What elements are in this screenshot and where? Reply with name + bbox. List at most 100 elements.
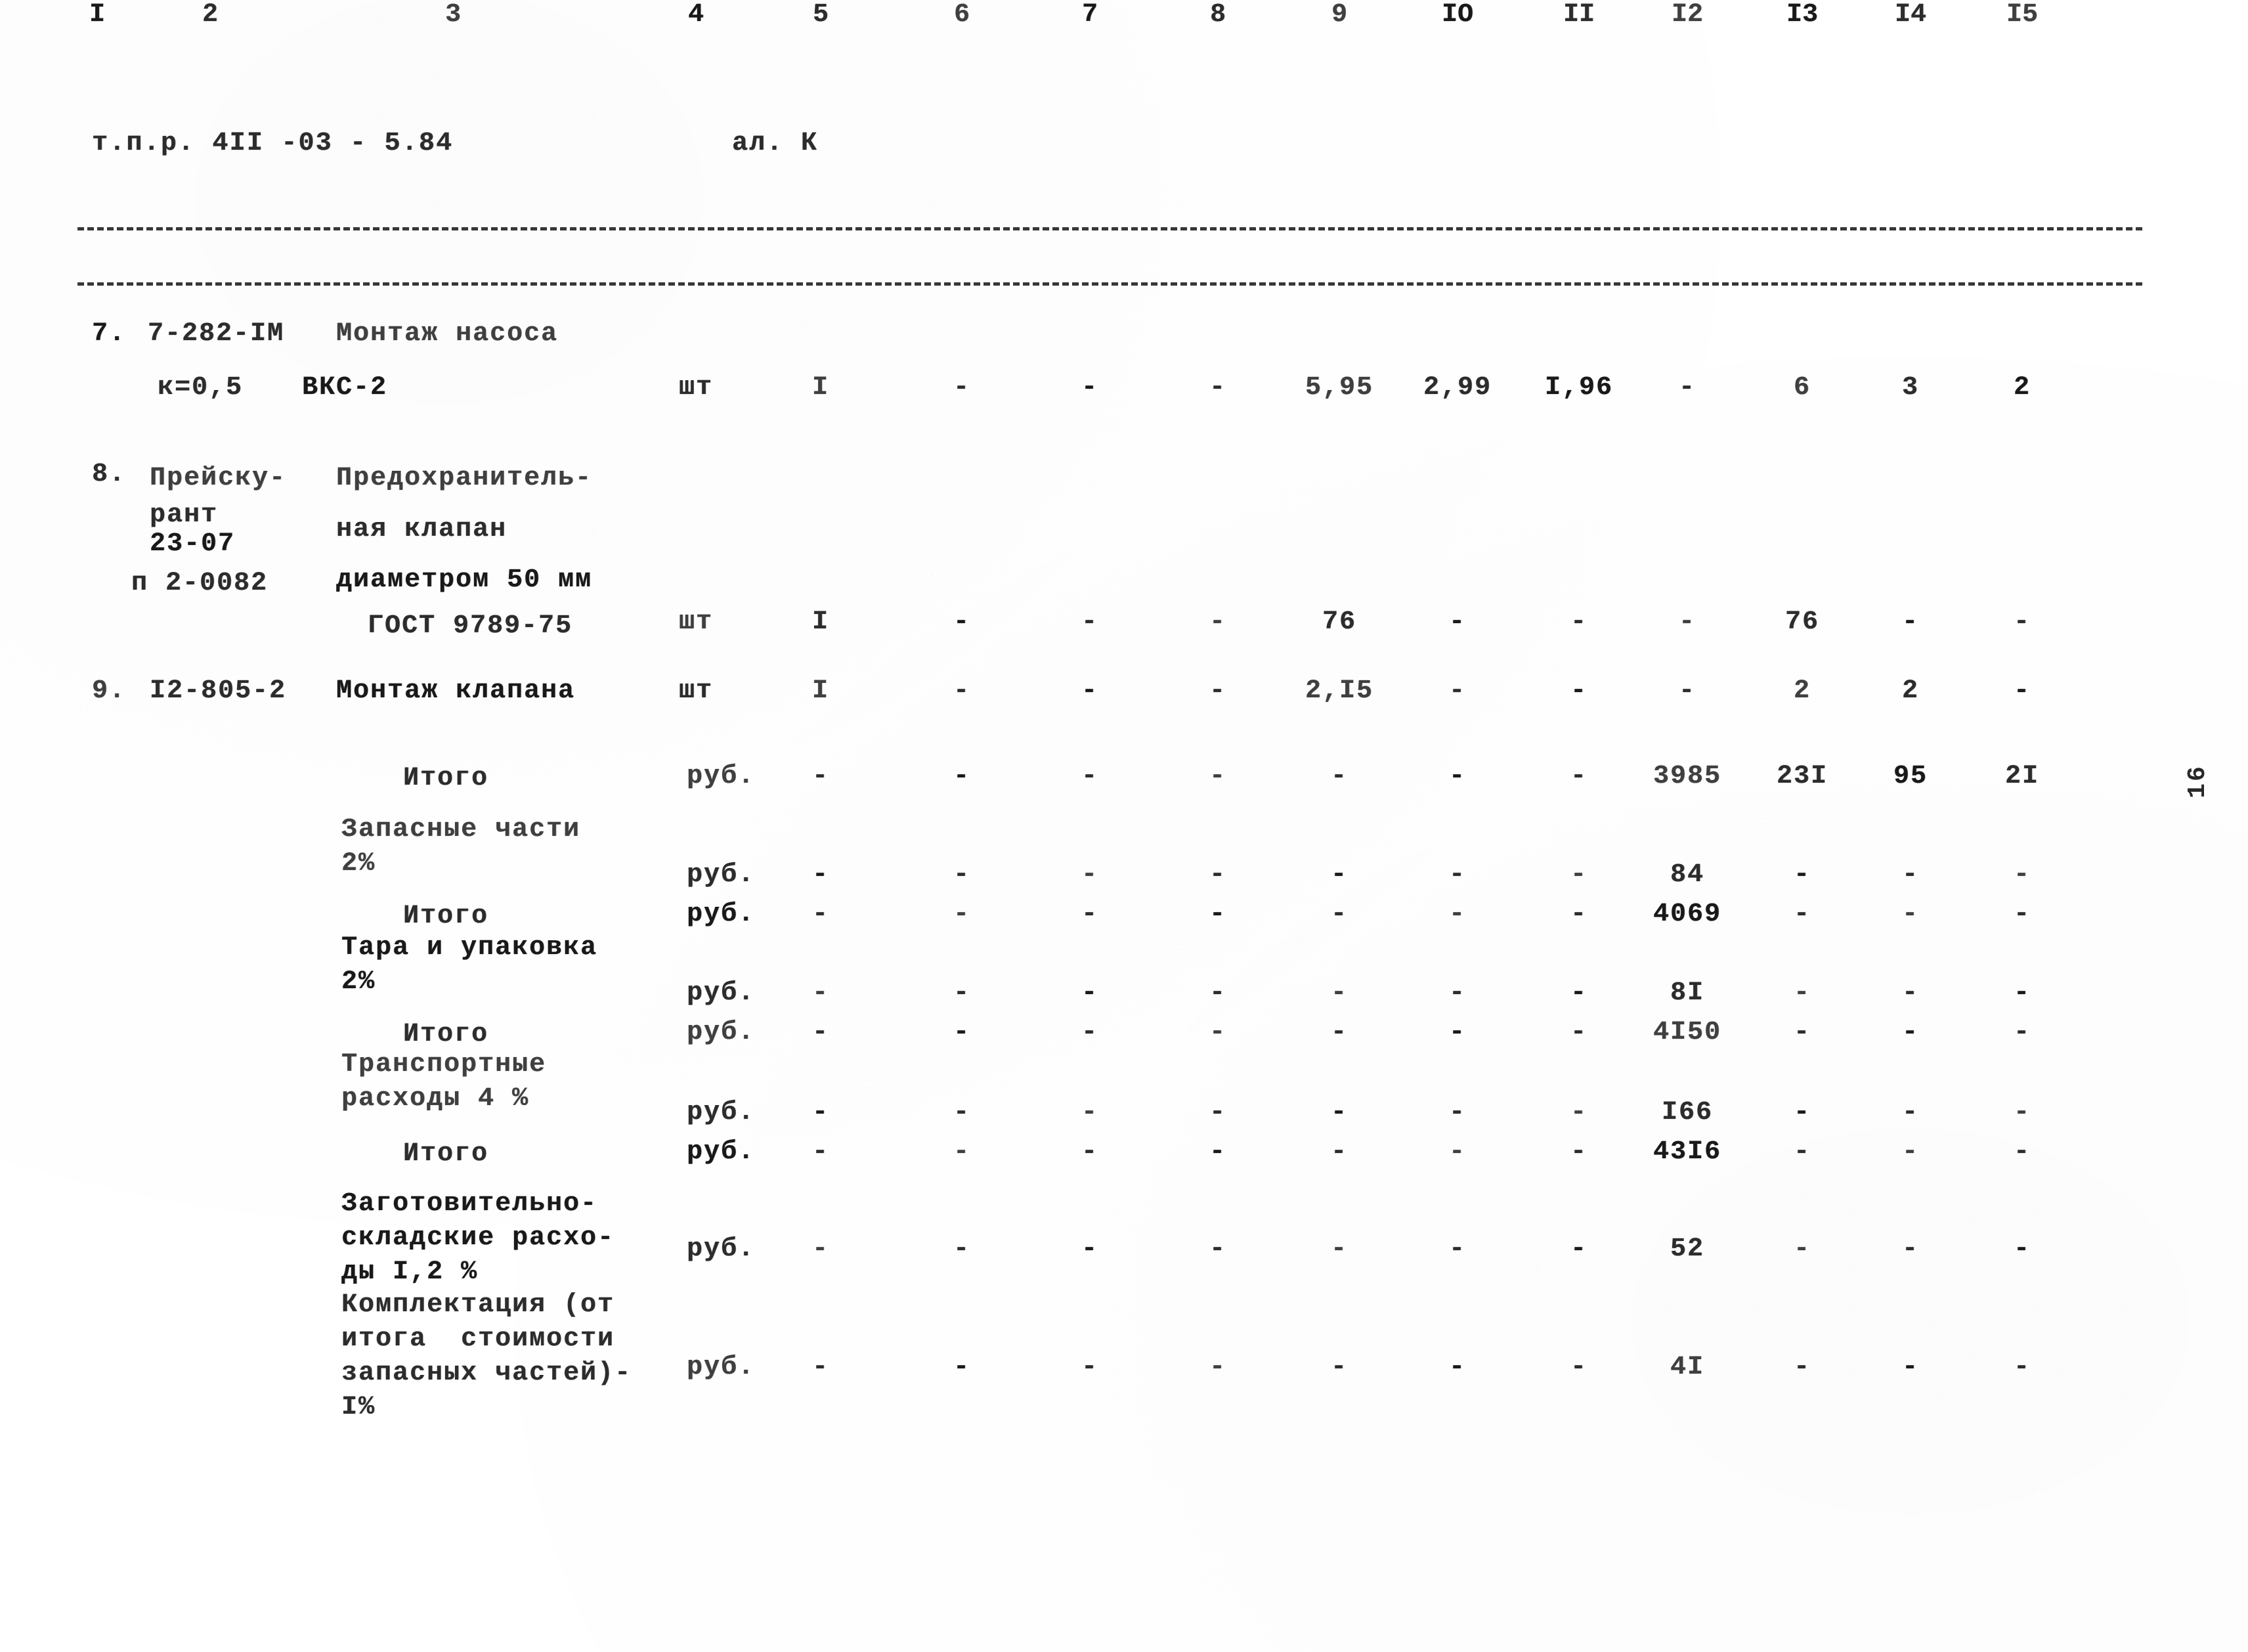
row-code-9: I2-805-2 — [150, 676, 287, 706]
cell-col-14: - — [1901, 1137, 1920, 1167]
cell-col-6: - — [953, 1098, 971, 1127]
cell-col-10: - — [1448, 676, 1467, 706]
cell-col-14: - — [1901, 1234, 1920, 1264]
cell-col-12: 4I — [1670, 1353, 1705, 1382]
cell-col-11: - — [1570, 607, 1588, 637]
summary-label-3: Итого — [403, 902, 489, 931]
cell-col-15: - — [2013, 1018, 2031, 1047]
cell-col-13: - — [1793, 1018, 1811, 1047]
cell-col-9: - — [1330, 1137, 1349, 1167]
cell-col-7: - — [1081, 860, 1099, 890]
cell-col-11: - — [1570, 1353, 1588, 1382]
row-qty-8: I — [811, 607, 830, 637]
cell-col-8: - — [1209, 1353, 1227, 1382]
cell-col-14: 2 — [1901, 676, 1920, 706]
cell-col-6: - — [953, 978, 971, 1008]
cell-col-8: - — [1209, 1098, 1227, 1127]
cell-col-15: - — [2013, 607, 2031, 637]
cell-col-15: - — [2013, 1353, 2031, 1382]
cell-col-14: - — [1901, 1353, 1920, 1382]
cell-col-7: - — [1081, 762, 1099, 791]
summary-label-6: Транспортные расходы 4 % — [341, 1050, 547, 1114]
cell-col-10: - — [1448, 900, 1467, 929]
cell-col-5: - — [811, 1353, 830, 1382]
cell-col-5: - — [811, 762, 830, 791]
cell-col-13: - — [1793, 1098, 1811, 1127]
cell-col-9: - — [1330, 1098, 1349, 1127]
cell-col-5: - — [811, 1137, 830, 1167]
cell-col-13: 76 — [1784, 607, 1820, 637]
cell-col-9: - — [1330, 900, 1349, 929]
cell-col-14: - — [1901, 607, 1920, 637]
cell-col-12: 43I6 — [1653, 1137, 1722, 1167]
summary-label-2: Запасные части 2% — [341, 815, 581, 879]
cell-col-10: - — [1448, 1137, 1467, 1167]
summary-unit-6: руб. — [687, 1098, 756, 1127]
cell-col-11: - — [1570, 1137, 1588, 1167]
row-unit-9: шт — [678, 676, 714, 706]
cell-col-11: - — [1570, 1018, 1588, 1047]
row-qty-9: I — [811, 676, 830, 706]
cell-col-11: - — [1570, 1098, 1588, 1127]
cell-col-14: - — [1901, 978, 1920, 1008]
page-number-marker: 16 — [2184, 764, 2212, 798]
row-code-7: 7-282-IМ — [148, 319, 285, 349]
cell-col-6: - — [953, 676, 971, 706]
cell-col-6: - — [953, 900, 971, 929]
cell-col-5: - — [811, 900, 830, 929]
cell-col-7: - — [1081, 607, 1099, 637]
cell-col-13: - — [1793, 978, 1811, 1008]
table-body: 7. 7-282-IМ Монтаж насоса к=0,5 ВКС-2 шт I - - - 5… — [0, 0, 2248, 1652]
row-qty-7: I — [811, 373, 830, 402]
cell-col-14: - — [1901, 1098, 1920, 1127]
row-description-8-line2: ная клапан — [336, 515, 508, 544]
summary-unit-4: руб. — [687, 978, 756, 1008]
cell-col-8: - — [1209, 1018, 1227, 1047]
cell-col-14: - — [1901, 900, 1920, 929]
summary-label-8: Заготовительно- складские расхо- ды I,2 … — [341, 1189, 615, 1287]
cell-col-9: 2,I5 — [1305, 676, 1374, 706]
summary-label-5: Итого — [403, 1020, 489, 1049]
cell-col-12: I66 — [1661, 1098, 1714, 1127]
cell-col-9: 5,95 — [1305, 373, 1374, 402]
row-description-8-line3: диаметром 50 мм — [336, 565, 593, 595]
row-number-8: 8. — [92, 460, 127, 489]
cell-col-8: - — [1209, 900, 1227, 929]
cell-col-14: - — [1901, 1018, 1920, 1047]
row-code-7-line2: к=0,5 — [158, 373, 244, 402]
cell-col-14: - — [1901, 860, 1920, 890]
summary-label-1: Итого — [403, 764, 489, 793]
cell-col-11: - — [1570, 978, 1588, 1008]
summary-unit-1: руб. — [687, 762, 756, 791]
row-description-9: Монтаж клапана — [336, 676, 576, 706]
cell-col-6: - — [953, 373, 971, 402]
cell-col-6: - — [953, 1353, 971, 1382]
cell-col-10: - — [1448, 762, 1467, 791]
cell-col-6: - — [953, 1234, 971, 1264]
cell-col-6: - — [953, 1137, 971, 1167]
row-description-7: Монтаж насоса — [336, 319, 559, 349]
cell-col-10: 2,99 — [1423, 373, 1492, 402]
cell-col-9: - — [1330, 978, 1349, 1008]
cell-col-13: 2 — [1793, 676, 1811, 706]
cell-col-15: - — [2013, 1234, 2031, 1264]
cell-col-9: - — [1330, 762, 1349, 791]
cell-col-9: 76 — [1322, 607, 1357, 637]
cell-col-8: - — [1209, 1234, 1227, 1264]
summary-unit-2: руб. — [687, 860, 756, 890]
cell-col-7: - — [1081, 676, 1099, 706]
cell-col-10: - — [1448, 1018, 1467, 1047]
summary-unit-5: руб. — [687, 1018, 756, 1047]
cell-col-8: - — [1209, 978, 1227, 1008]
summary-label-7: Итого — [403, 1139, 489, 1169]
row-number-7: 7. — [92, 319, 127, 349]
cell-col-5: - — [811, 1234, 830, 1264]
summary-unit-9: руб. — [687, 1353, 756, 1382]
cell-col-7: - — [1081, 1098, 1099, 1127]
cell-col-11: - — [1570, 900, 1588, 929]
cell-col-5: - — [811, 860, 830, 890]
row-description-7-line2: ВКС-2 — [302, 373, 388, 402]
cell-col-12: 3985 — [1653, 762, 1722, 791]
cell-col-8: - — [1209, 676, 1227, 706]
cell-col-5: - — [811, 978, 830, 1008]
